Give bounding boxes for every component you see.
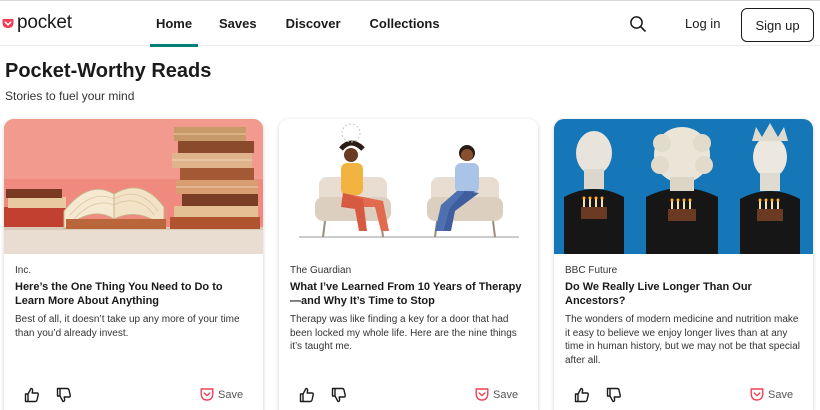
thumbs-down-icon[interactable]: [56, 387, 72, 408]
thumbs-up-icon[interactable]: [299, 387, 315, 408]
pocket-logo[interactable]: pocket: [2, 13, 72, 33]
article-card[interactable]: BBC Future Do We Really Live Longer Than…: [554, 119, 813, 410]
card-excerpt: The wonders of modern medicine and nutri…: [565, 314, 800, 366]
card-image-busts[interactable]: [554, 119, 813, 254]
card-actions: Save: [279, 387, 538, 407]
save-button[interactable]: Save: [200, 388, 243, 401]
card-excerpt: Best of all, it doesn’t take up any more…: [15, 314, 240, 339]
card-title[interactable]: Do We Really Live Longer Than Our Ancest…: [565, 280, 805, 308]
card-image-therapy[interactable]: [279, 119, 538, 254]
card-image-books[interactable]: [4, 119, 263, 254]
save-button[interactable]: Save: [750, 388, 793, 401]
card-excerpt: Therapy was like finding a key for a doo…: [290, 314, 517, 352]
page-title: Pocket-Worthy Reads: [5, 60, 212, 82]
save-label: Save: [768, 388, 794, 401]
thumbs-down-icon[interactable]: [331, 387, 347, 408]
pocket-save-icon: [750, 388, 764, 401]
card-publisher: Inc.: [15, 265, 32, 276]
logo-text: pocket: [17, 12, 72, 33]
pocket-save-icon: [200, 388, 214, 401]
thumbs-down-icon[interactable]: [606, 387, 622, 408]
pocket-save-icon: [475, 388, 489, 401]
save-label: Save: [218, 388, 244, 401]
card-publisher: BBC Future: [565, 265, 618, 276]
signup-button[interactable]: Sign up: [741, 8, 814, 42]
site-header: pocket Home Saves Discover Collections L…: [0, 0, 820, 47]
main-nav: Home Saves Discover Collections: [150, 1, 440, 47]
thumbs-up-icon[interactable]: [574, 387, 590, 408]
card-publisher: The Guardian: [290, 265, 352, 276]
nav-item-discover[interactable]: Discover: [286, 1, 341, 47]
article-card[interactable]: Inc. Here’s the One Thing You Need to Do…: [4, 119, 263, 410]
search-icon[interactable]: [629, 15, 647, 33]
card-title[interactable]: What I’ve Learned From 10 Years of Thera…: [290, 280, 530, 308]
thumbs-up-icon[interactable]: [24, 387, 40, 408]
pocket-logo-icon: [2, 18, 14, 28]
login-link[interactable]: Log in: [685, 16, 720, 31]
card-actions: Save: [554, 387, 813, 407]
nav-item-saves[interactable]: Saves: [219, 1, 257, 47]
save-button[interactable]: Save: [475, 388, 518, 401]
page-subtitle: Stories to fuel your mind: [5, 89, 135, 103]
nav-item-collections[interactable]: Collections: [370, 1, 440, 47]
article-card[interactable]: The Guardian What I’ve Learned From 10 Y…: [279, 119, 538, 410]
save-label: Save: [493, 388, 519, 401]
card-actions: Save: [4, 387, 263, 407]
card-title[interactable]: Here’s the One Thing You Need to Do to L…: [15, 280, 255, 308]
nav-item-home[interactable]: Home: [150, 1, 198, 47]
